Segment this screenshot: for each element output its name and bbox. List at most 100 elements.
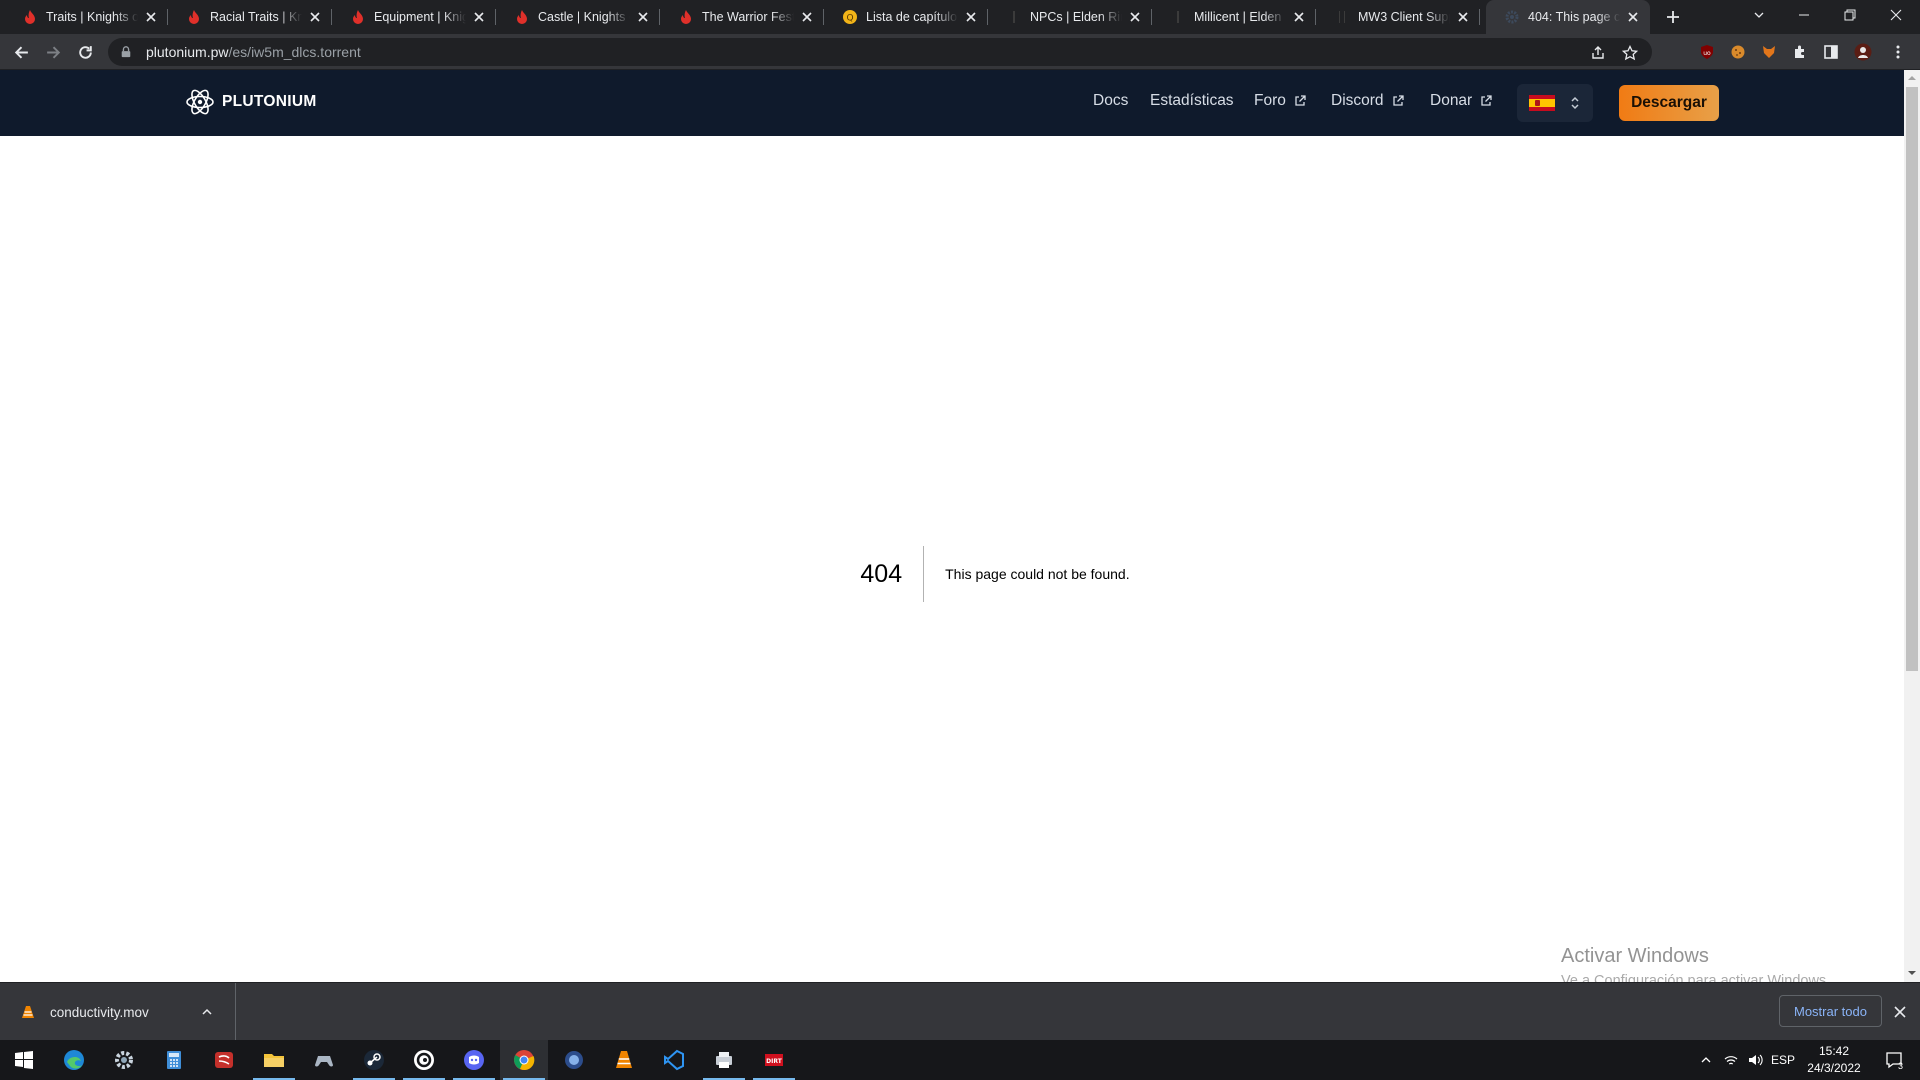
error-code: 404 — [860, 546, 925, 602]
minimize-button[interactable] — [1781, 0, 1827, 30]
extensions-puzzle-icon[interactable] — [1791, 43, 1809, 61]
red-flame-icon — [22, 9, 38, 25]
address-bar[interactable]: plutonium.pw/es/iw5m_dlcs.torrent — [108, 38, 1652, 66]
taskbar-mail-app[interactable] — [200, 1040, 248, 1080]
close-tab-icon[interactable] — [798, 8, 816, 26]
close-tab-icon[interactable] — [470, 8, 488, 26]
network-icon[interactable] — [1720, 1040, 1742, 1080]
browser-tab[interactable]: The Warrior Festival — [660, 0, 824, 34]
browser-tab[interactable]: Equipment | Knights — [332, 0, 496, 34]
back-arrow-icon — [14, 46, 28, 58]
notification-center-button[interactable]: 3 — [1874, 1040, 1914, 1080]
close-window-button[interactable] — [1873, 0, 1919, 30]
close-icon[interactable] — [1892, 1004, 1908, 1020]
clock-date: 24/3/2022 — [1807, 1061, 1861, 1075]
browser-tab[interactable]: Castle | Knights of — [496, 0, 660, 34]
browser-tab-active[interactable]: 404: This page could not be found — [1486, 0, 1650, 34]
close-tab-icon[interactable] — [634, 8, 652, 26]
share-icon[interactable] — [1588, 43, 1608, 63]
taskbar-dirt-game[interactable]: DIRT — [750, 1040, 798, 1080]
tab-title: Lista de capítulos de — [866, 10, 958, 24]
tab-title: Millicent | Elden Ring — [1194, 10, 1286, 24]
red-flame-icon — [678, 9, 694, 25]
forward-button[interactable] — [40, 39, 66, 65]
ublock-icon[interactable]: uo — [1698, 43, 1716, 61]
close-tab-icon[interactable] — [962, 8, 980, 26]
dark-icon — [1006, 9, 1022, 25]
taskbar-calculator[interactable] — [150, 1040, 198, 1080]
taskbar-steam[interactable] — [350, 1040, 398, 1080]
bookmark-star-icon[interactable] — [1620, 43, 1640, 63]
lock-icon[interactable] — [120, 45, 134, 59]
steam-icon — [364, 1050, 384, 1070]
show-hidden-icons-button[interactable] — [1696, 1040, 1716, 1080]
close-tab-icon[interactable] — [142, 8, 160, 26]
taskbar-app-settings[interactable] — [100, 1040, 148, 1080]
taskbar-ubisoft[interactable] — [400, 1040, 448, 1080]
red-flame-icon — [350, 9, 366, 25]
svg-text:Q: Q — [846, 14, 853, 24]
cookie-icon[interactable] — [1729, 43, 1747, 61]
profile-avatar[interactable] — [1854, 43, 1872, 61]
dark-icon — [1334, 9, 1350, 25]
menu-kebab-icon[interactable] — [1889, 43, 1907, 61]
taskbar-printer-app[interactable] — [700, 1040, 748, 1080]
taskbar-blue-app[interactable] — [550, 1040, 598, 1080]
chevron-down-icon — [1754, 12, 1764, 18]
fox-extension-icon[interactable] — [1760, 43, 1778, 61]
svg-text:uo: uo — [1703, 50, 1711, 57]
browser-tab[interactable]: Millicent | Elden Ring — [1152, 0, 1316, 34]
taskbar-visual-studio[interactable] — [650, 1040, 698, 1080]
taskbar-file-explorer[interactable] — [250, 1040, 298, 1080]
ubisoft-icon — [414, 1050, 434, 1070]
tab-title: 404: This page could not be found — [1528, 10, 1620, 24]
taskbar-discord[interactable] — [450, 1040, 498, 1080]
volume-icon[interactable] — [1744, 1040, 1766, 1080]
calculator-icon — [167, 1051, 181, 1069]
windows-activation-watermark: Activar Windows Ve a Configuración para … — [1561, 945, 1830, 982]
close-tab-icon[interactable] — [1624, 8, 1642, 26]
browser-tab[interactable]: Q Lista de capítulos de — [824, 0, 988, 34]
scrollbar-thumb[interactable] — [1906, 87, 1918, 671]
close-tab-icon[interactable] — [1126, 8, 1144, 26]
download-item[interactable]: conductivity.mov — [0, 983, 236, 1041]
show-all-downloads-button[interactable]: Mostrar todo — [1779, 995, 1882, 1027]
dark-icon — [1170, 9, 1186, 25]
browser-tab[interactable]: Traits | Knights of Azure — [4, 0, 168, 34]
windows-logo-icon — [15, 1051, 33, 1069]
taskbar-chrome[interactable] — [500, 1040, 548, 1080]
taskbar-vlc[interactable] — [600, 1040, 648, 1080]
chevron-up-icon — [1701, 1057, 1711, 1063]
vertical-scrollbar[interactable] — [1904, 70, 1920, 982]
browser-tab[interactable]: MW3 Client Support — [1316, 0, 1480, 34]
plus-icon — [1667, 11, 1679, 23]
vlc-cone-icon — [22, 1006, 34, 1018]
start-button[interactable] — [0, 1040, 48, 1080]
vlc-cone-icon — [616, 1051, 632, 1068]
system-clock[interactable]: 15:42 24/3/2022 — [1796, 1043, 1872, 1077]
close-tab-icon[interactable] — [306, 8, 324, 26]
red-flame-icon — [514, 9, 530, 25]
close-tab-icon[interactable] — [1454, 8, 1472, 26]
back-button[interactable] — [8, 39, 34, 65]
browser-tab[interactable]: Racial Traits | Knights — [168, 0, 332, 34]
reload-button[interactable] — [72, 39, 98, 65]
new-tab-button[interactable] — [1662, 6, 1684, 28]
taskbar-edge[interactable] — [50, 1040, 98, 1080]
close-tab-icon[interactable] — [1290, 8, 1308, 26]
taskbar-game-launcher[interactable] — [300, 1040, 348, 1080]
input-language[interactable]: ESP — [1770, 1040, 1796, 1080]
tab-title: The Warrior Festival — [702, 10, 794, 24]
folder-icon — [264, 1054, 284, 1067]
windows-taskbar: DIRT ESP 15:42 24/3/2022 3 — [0, 1040, 1920, 1080]
tab-title: MW3 Client Support — [1358, 10, 1450, 24]
url-path: /es/iw5m_dlcs.torrent — [228, 44, 361, 60]
side-panel-icon[interactable] — [1822, 43, 1840, 61]
forward-arrow-icon — [46, 46, 60, 58]
gear-icon — [115, 1051, 133, 1069]
tab-title: Traits | Knights of Azure — [46, 10, 138, 24]
watermark-subtitle: Ve a Configuración para activar Windows. — [1561, 973, 1831, 982]
restore-button[interactable] — [1827, 0, 1873, 30]
tab-search-button[interactable] — [1736, 0, 1782, 30]
browser-tab[interactable]: NPCs | Elden Ring — [988, 0, 1152, 34]
